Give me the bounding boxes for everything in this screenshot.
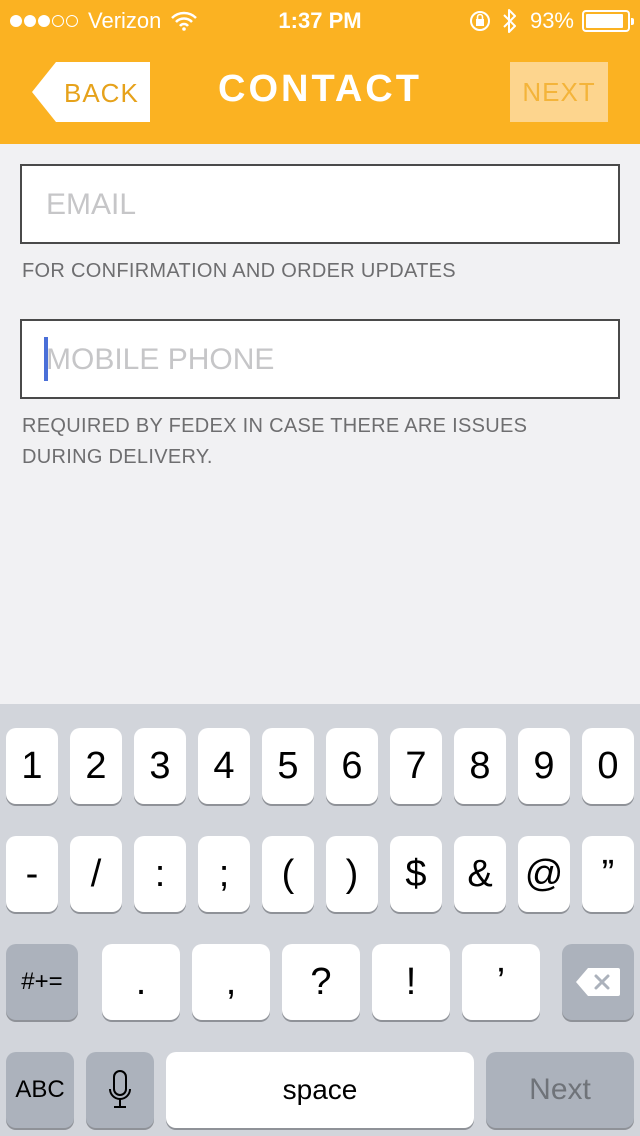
status-bar: Verizon 1:37 PM 93% (0, 0, 640, 40)
back-button-label: BACK (64, 78, 139, 108)
symbol-key[interactable]: : (134, 836, 186, 912)
email-field[interactable]: EMAIL (20, 164, 620, 244)
symbol-key[interactable]: ; (198, 836, 250, 912)
symbol-key[interactable]: - (6, 836, 58, 912)
bluetooth-icon (503, 9, 516, 33)
digit-key[interactable]: 5 (262, 728, 314, 804)
symbol-key[interactable]: @ (518, 836, 570, 912)
symbol-key[interactable]: ( (262, 836, 314, 912)
page-title: CONTACT (218, 68, 422, 110)
microphone-icon (109, 1070, 131, 1108)
abc-key[interactable]: ABC (6, 1052, 74, 1128)
symbols-key[interactable]: #+= (6, 944, 78, 1020)
digit-key[interactable]: 2 (70, 728, 122, 804)
symbol-key[interactable]: ” (582, 836, 634, 912)
battery-icon (582, 10, 634, 32)
app-header: Verizon 1:37 PM 93% BACK CONTACT NEXT (0, 0, 640, 144)
digit-key[interactable]: 3 (134, 728, 186, 804)
digit-key[interactable]: 1 (6, 728, 58, 804)
keyboard-next-key[interactable]: Next (486, 1052, 634, 1128)
punctuation-key[interactable]: ! (372, 944, 450, 1020)
mobile-phone-helper-text: REQUIRED BY FEDEX IN CASE THERE ARE ISSU… (22, 415, 528, 468)
mobile-phone-placeholder: MOBILE PHONE (46, 343, 275, 376)
status-right: 93% (468, 8, 634, 34)
digit-key[interactable]: 9 (518, 728, 570, 804)
delete-icon (576, 968, 620, 996)
email-placeholder: EMAIL (46, 188, 137, 221)
digit-key[interactable]: 7 (390, 728, 442, 804)
punctuation-key[interactable]: , (192, 944, 270, 1020)
symbol-key[interactable]: $ (390, 836, 442, 912)
next-button[interactable]: NEXT (510, 62, 608, 122)
email-helper-text: FOR CONFIRMATION AND ORDER UPDATES (22, 260, 456, 282)
punctuation-key[interactable]: . (102, 944, 180, 1020)
battery-percent: 93% (529, 8, 574, 33)
symbol-key[interactable]: & (454, 836, 506, 912)
space-key[interactable]: space (166, 1052, 474, 1128)
dictation-key[interactable] (86, 1052, 154, 1128)
delete-key[interactable] (562, 944, 634, 1020)
punctuation-key[interactable]: ’ (462, 944, 540, 1020)
battery-fill (586, 14, 624, 28)
digit-key[interactable]: 4 (198, 728, 250, 804)
mobile-phone-field[interactable]: MOBILE PHONE (20, 319, 620, 399)
numeric-keyboard: #+= ABC space Next 1 2 3 4 5 6 7 8 9 0 - /:;() $ & @”.… (0, 704, 640, 1136)
digit-key[interactable]: 6 (326, 728, 378, 804)
digit-key[interactable]: 0 (582, 728, 634, 804)
rotation-lock-icon (469, 11, 490, 31)
digit-key[interactable]: 8 (454, 728, 506, 804)
back-button[interactable]: BACK (32, 62, 150, 122)
punctuation-key[interactable]: ? (282, 944, 360, 1020)
symbol-key[interactable]: ) (326, 836, 378, 912)
symbol-key[interactable]: / (70, 836, 122, 912)
